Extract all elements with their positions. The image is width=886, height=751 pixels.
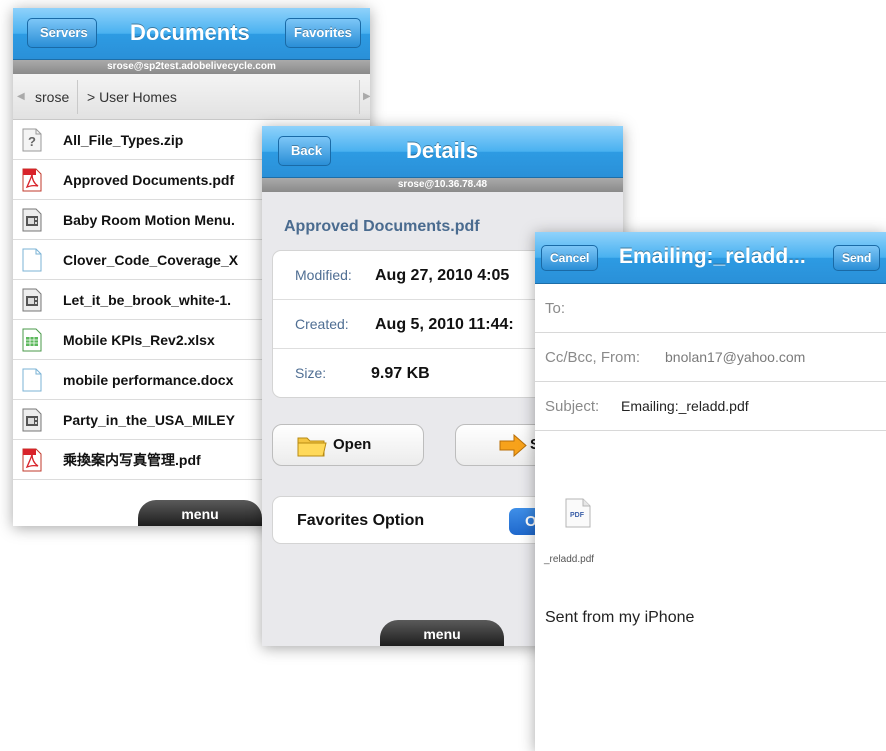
folder-icon bbox=[297, 437, 327, 457]
file-name: Party_in_the_USA_MILEY bbox=[63, 412, 235, 428]
breadcrumb: ◀ srose > User Homes ▶ bbox=[13, 74, 370, 120]
file-name: 乘換案内写真管理.pdf bbox=[63, 452, 201, 468]
details-filename: Approved Documents.pdf bbox=[284, 218, 480, 235]
details-navbar: Back Details bbox=[262, 126, 623, 178]
account-bar: srose@sp2test.adobelivecycle.com bbox=[13, 60, 370, 74]
size-label: Size: bbox=[295, 365, 327, 381]
open-label: Open bbox=[333, 436, 372, 453]
email-navbar: Cancel Emailing:_reladd... Send bbox=[535, 232, 886, 284]
file-name: All_File_Types.zip bbox=[63, 132, 184, 148]
attachment-badge: PDF bbox=[570, 512, 585, 519]
menu-tab[interactable]: menu bbox=[138, 500, 262, 526]
menu-tab[interactable]: menu bbox=[380, 620, 504, 646]
file-name: Baby Room Motion Menu. bbox=[63, 212, 235, 228]
size-value: 9.97 KB bbox=[371, 365, 430, 382]
arrow-right-icon bbox=[499, 434, 527, 457]
documents-navbar: Servers Documents Favorites bbox=[13, 8, 370, 60]
svg-text:?: ? bbox=[28, 134, 36, 149]
video-file-icon bbox=[22, 208, 42, 232]
file-name: Approved Documents.pdf bbox=[63, 172, 235, 188]
from-value: bnolan17@yahoo.com bbox=[665, 349, 806, 365]
blank-file-icon bbox=[22, 248, 42, 272]
to-label: To: bbox=[545, 300, 566, 317]
pdf-attachment-icon[interactable]: PDF bbox=[565, 498, 591, 528]
favorites-button[interactable]: Favorites bbox=[285, 18, 361, 48]
modified-label: Modified: bbox=[295, 267, 352, 283]
email-signature[interactable]: Sent from my iPhone bbox=[545, 609, 694, 627]
created-value: Aug 5, 2010 11:44: bbox=[375, 316, 514, 333]
servers-back-button[interactable]: Servers bbox=[27, 18, 97, 48]
created-label: Created: bbox=[295, 316, 349, 332]
back-button[interactable]: Back bbox=[278, 136, 332, 166]
breadcrumb-divider bbox=[359, 80, 360, 114]
spreadsheet-file-icon bbox=[22, 328, 42, 352]
breadcrumb-divider bbox=[77, 80, 78, 114]
breadcrumb-current[interactable]: > User Homes bbox=[87, 74, 177, 120]
subject-value: Emailing:_reladd.pdf bbox=[621, 398, 749, 414]
subject-field[interactable]: Subject: Emailing:_reladd.pdf bbox=[535, 382, 886, 431]
breadcrumb-root[interactable]: srose bbox=[35, 74, 69, 120]
file-name: mobile performance.docx bbox=[63, 372, 234, 388]
file-name: Let_it_be_brook_white-1. bbox=[63, 292, 232, 308]
open-button[interactable]: Open bbox=[272, 424, 424, 466]
scroll-left-icon[interactable]: ◀ bbox=[17, 91, 25, 102]
documents-title: Documents bbox=[130, 20, 250, 45]
file-name: Mobile KPIs_Rev2.xlsx bbox=[63, 332, 215, 348]
favorites-option-label: Favorites Option bbox=[297, 512, 425, 529]
details-title: Details bbox=[406, 138, 479, 163]
pdf-file-icon bbox=[22, 448, 42, 472]
cc-bcc-from-field[interactable]: Cc/Bcc, From: bnolan17@yahoo.com bbox=[535, 333, 886, 382]
attachment-name: _reladd.pdf bbox=[544, 554, 595, 565]
scroll-right-icon[interactable]: ▶ bbox=[363, 91, 370, 102]
email-title: Emailing:_reladd... bbox=[619, 245, 806, 268]
question-file-icon: ? bbox=[22, 128, 42, 152]
account-bar: srose@10.36.78.48 bbox=[262, 178, 623, 192]
video-file-icon bbox=[22, 288, 42, 312]
send-button[interactable]: Send bbox=[833, 245, 881, 271]
blank-file-icon bbox=[22, 368, 42, 392]
pdf-file-icon bbox=[22, 168, 42, 192]
cc-bcc-from-label: Cc/Bcc, From: bbox=[545, 349, 641, 366]
to-field[interactable]: To: bbox=[535, 284, 886, 333]
modified-value: Aug 27, 2010 4:05 bbox=[375, 267, 510, 284]
video-file-icon bbox=[22, 408, 42, 432]
file-name: Clover_Code_Coverage_X bbox=[63, 252, 239, 268]
subject-label: Subject: bbox=[545, 398, 600, 415]
email-compose-screen: Cancel Emailing:_reladd... Send To: Cc/B… bbox=[535, 232, 886, 751]
cancel-button[interactable]: Cancel bbox=[541, 245, 599, 271]
